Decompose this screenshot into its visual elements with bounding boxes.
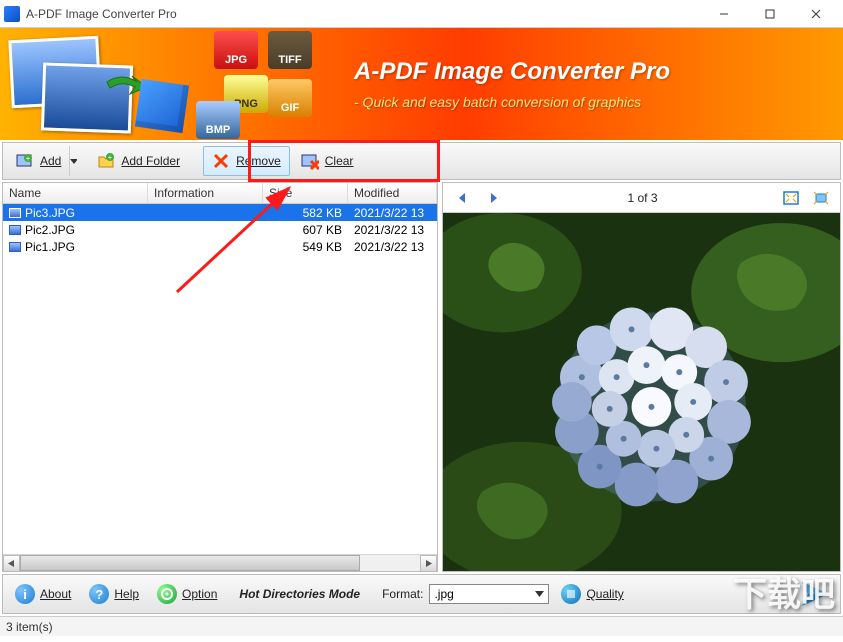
- banner-filetypes: JPG TIFF PNG BMP GIF: [214, 29, 334, 139]
- help-button[interactable]: ? Help: [83, 581, 145, 607]
- remove-icon: [212, 152, 230, 170]
- run-button[interactable]: [798, 578, 834, 610]
- status-items: 3 item(s): [6, 620, 53, 634]
- chevron-down-icon: [535, 591, 544, 597]
- remove-label: Remove: [236, 154, 281, 168]
- preview-counter: 1 of 3: [627, 191, 657, 205]
- remove-button[interactable]: Remove: [203, 146, 290, 176]
- format-label: Format:: [382, 587, 423, 601]
- fit-window-button[interactable]: [782, 189, 800, 207]
- status-bar: 3 item(s): [0, 616, 843, 636]
- quality-icon: [561, 584, 581, 604]
- clear-button[interactable]: Clear: [292, 146, 363, 176]
- col-size[interactable]: Size: [263, 183, 348, 203]
- banner-title: A-PDF Image Converter Pro: [354, 58, 670, 86]
- clear-label: Clear: [325, 154, 354, 168]
- clear-icon: [301, 152, 319, 170]
- actual-size-button[interactable]: [812, 189, 830, 207]
- add-image-icon: +: [16, 152, 34, 170]
- file-list-panel: Name Information Size Modified Pic3.JPG5…: [2, 182, 438, 572]
- window-controls: [701, 0, 839, 28]
- table-row[interactable]: Pic1.JPG549 KB2021/3/22 13: [3, 238, 437, 255]
- folder-plus-icon: +: [97, 152, 115, 170]
- format-value: .jpg: [434, 587, 453, 601]
- scroll-left-button[interactable]: [3, 555, 20, 572]
- table-row[interactable]: Pic3.JPG582 KB2021/3/22 13: [3, 204, 437, 221]
- table-row[interactable]: Pic2.JPG607 KB2021/3/22 13: [3, 221, 437, 238]
- mode-label: Hot Directories Mode: [239, 587, 360, 601]
- option-button[interactable]: Option: [151, 581, 223, 607]
- minimize-button[interactable]: [701, 0, 747, 28]
- scroll-right-button[interactable]: [420, 555, 437, 572]
- app-icon: [4, 6, 20, 22]
- list-header: Name Information Size Modified: [3, 183, 437, 204]
- preview-image: [443, 213, 840, 571]
- info-icon: i: [15, 584, 35, 604]
- bottom-toolbar: i About ? Help Option Hot Directories Mo…: [2, 574, 841, 614]
- preview-toolbar: 1 of 3: [443, 183, 840, 213]
- add-button[interactable]: + Add: [7, 146, 86, 176]
- file-icon: [9, 208, 21, 218]
- titlebar: A-PDF Image Converter Pro: [0, 0, 843, 28]
- help-icon: ?: [89, 584, 109, 604]
- file-icon: [9, 225, 21, 235]
- svg-text:+: +: [26, 154, 31, 163]
- window-title: A-PDF Image Converter Pro: [26, 7, 701, 21]
- about-button[interactable]: i About: [9, 581, 77, 607]
- format-select[interactable]: .jpg: [429, 584, 549, 604]
- list-body[interactable]: Pic3.JPG582 KB2021/3/22 13Pic2.JPG607 KB…: [3, 204, 437, 554]
- add-folder-button[interactable]: + Add Folder: [88, 146, 189, 176]
- col-info[interactable]: Information: [148, 183, 263, 203]
- add-folder-label: Add Folder: [121, 154, 180, 168]
- banner-subtitle: - Quick and easy batch conversion of gra…: [354, 94, 670, 110]
- col-modified[interactable]: Modified: [348, 183, 437, 203]
- svg-text:+: +: [108, 153, 113, 162]
- banner-photos: [10, 34, 190, 134]
- add-label: Add: [40, 154, 61, 168]
- banner: JPG TIFF PNG BMP GIF A-PDF Image Convert…: [0, 28, 843, 140]
- add-dropdown-caret[interactable]: [69, 146, 77, 176]
- close-button[interactable]: [793, 0, 839, 28]
- maximize-button[interactable]: [747, 0, 793, 28]
- col-name[interactable]: Name: [3, 183, 148, 203]
- quality-button[interactable]: Quality: [555, 581, 629, 607]
- next-image-button[interactable]: [485, 189, 503, 207]
- preview-panel: 1 of 3: [442, 182, 841, 572]
- toolbar: + Add + Add Folder Remove Clear: [2, 142, 841, 180]
- gear-icon: [157, 584, 177, 604]
- file-icon: [9, 242, 21, 252]
- scroll-thumb[interactable]: [20, 555, 360, 571]
- horizontal-scrollbar[interactable]: [3, 554, 437, 571]
- prev-image-button[interactable]: [453, 189, 471, 207]
- content: Name Information Size Modified Pic3.JPG5…: [2, 182, 841, 572]
